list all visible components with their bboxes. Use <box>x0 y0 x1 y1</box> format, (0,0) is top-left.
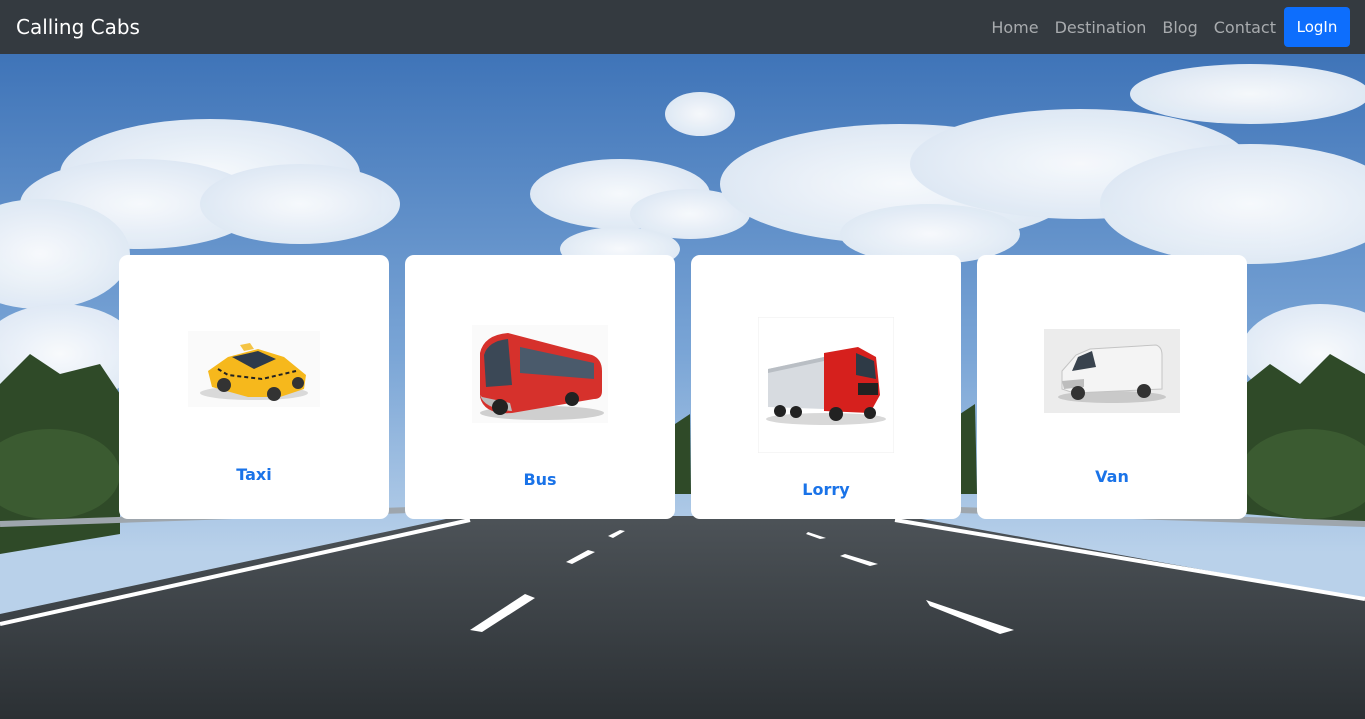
bus-icon <box>472 325 608 423</box>
nav-destination-link[interactable]: Destination <box>1055 18 1147 37</box>
lorry-label[interactable]: Lorry <box>691 480 961 499</box>
taxi-label[interactable]: Taxi <box>119 465 389 484</box>
van-icon <box>1044 329 1180 413</box>
brand-logo[interactable]: Calling Cabs <box>16 15 140 39</box>
nav-blog-link[interactable]: Blog <box>1162 18 1197 37</box>
login-button[interactable]: LogIn <box>1284 7 1350 47</box>
nav-links: Home Destination Blog Contact LogIn <box>975 7 1350 47</box>
navbar: Calling Cabs Home Destination Blog Conta… <box>0 0 1365 54</box>
taxi-icon <box>188 331 320 407</box>
bus-card[interactable]: Bus <box>405 255 675 519</box>
bus-label[interactable]: Bus <box>405 470 675 489</box>
nav-contact-link[interactable]: Contact <box>1214 18 1276 37</box>
lorry-card[interactable]: Lorry <box>691 255 961 519</box>
hero-background: Taxi Bus Lorry Van <box>0 54 1365 719</box>
taxi-card[interactable]: Taxi <box>119 255 389 519</box>
lorry-icon <box>758 317 894 453</box>
van-card[interactable]: Van <box>977 255 1247 519</box>
vehicle-cards: Taxi Bus Lorry Van <box>119 255 1247 519</box>
nav-home-link[interactable]: Home <box>991 18 1038 37</box>
van-label[interactable]: Van <box>977 467 1247 486</box>
